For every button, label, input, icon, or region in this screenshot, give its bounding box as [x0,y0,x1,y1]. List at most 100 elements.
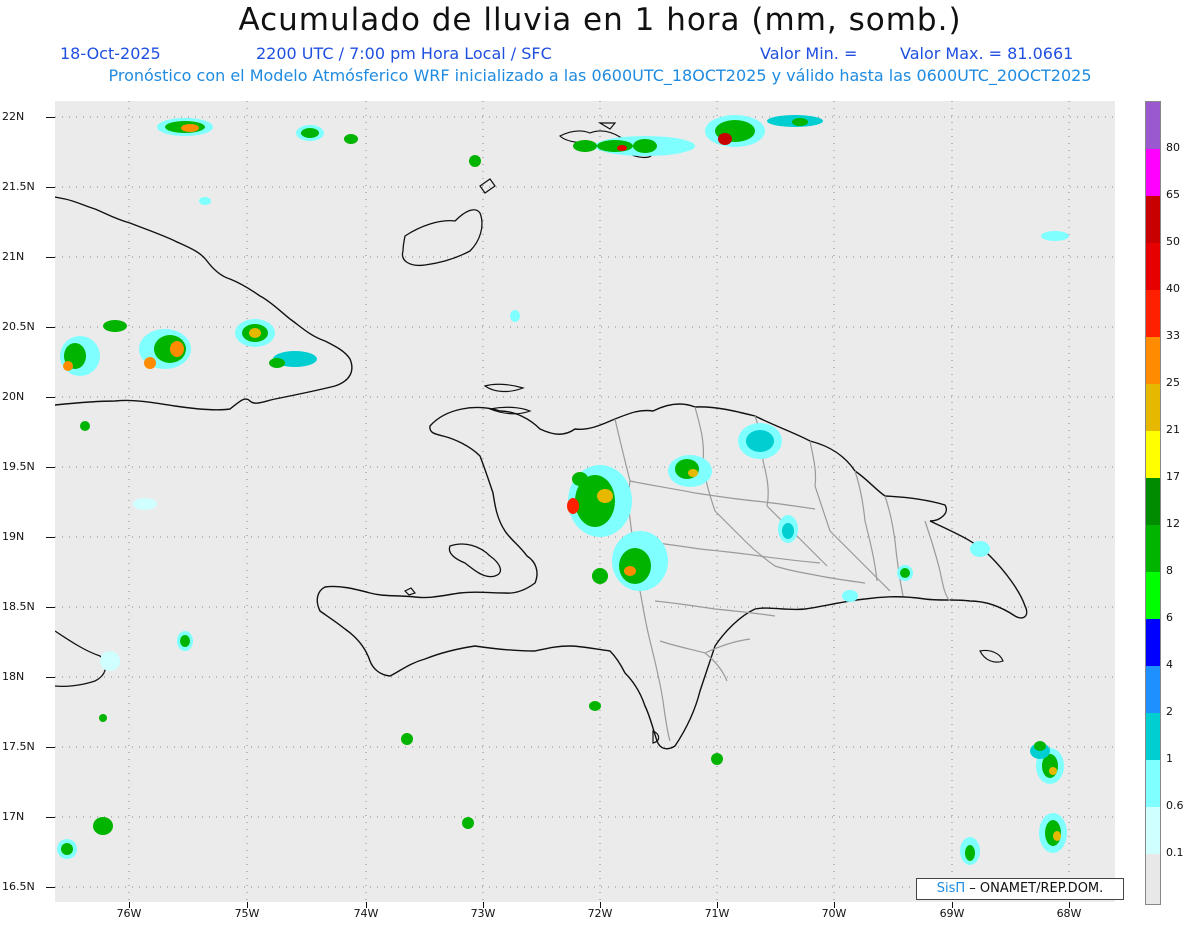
lon-label: 75W [234,907,260,920]
rain-cell [296,125,324,141]
lon-label: 74W [353,907,379,920]
islet [979,649,1004,663]
lon-label: 70W [821,907,847,920]
legend-band [1146,713,1160,760]
rain-cell [139,329,191,369]
lon-tick [834,902,835,908]
legend-band [1146,196,1160,243]
lon-tick [717,902,718,908]
legend-label: 8 [1166,564,1173,577]
lon-tick [483,902,484,908]
credit-box: SisΠ – ONAMET/REP.DOM. [916,878,1124,900]
map-title: Acumulado de lluvia en 1 hora (mm, somb.… [238,2,962,38]
forecast-date: 18-Oct-2025 [60,44,161,63]
islet [483,383,525,393]
lat-label: 20N [2,390,25,403]
value-min: Valor Min. = [760,44,858,63]
rain-cell [778,515,798,543]
legend-label: 0.6 [1166,799,1184,812]
legend-label: 6 [1166,611,1173,624]
legend-band [1146,337,1160,384]
map-area [55,101,1115,902]
model-info: Pronóstico con el Modelo Atmósferico WRF… [108,66,1092,85]
sisp-logo: SisΠ [936,881,966,896]
lat-tick [46,327,55,328]
lon-label: 73W [470,907,496,920]
hispaniola-coast [316,403,1028,750]
legend-band [1146,854,1160,904]
lon-tick [952,902,953,908]
rain-cell [573,136,695,156]
lat-label: 17.5N [2,740,35,753]
rain-cell [592,531,668,591]
legend-band [1146,149,1160,196]
rain-cell [177,631,193,651]
legend-band [1146,525,1160,572]
legend-band [1146,619,1160,666]
legend-label: 2 [1166,705,1173,718]
lat-tick [46,467,55,468]
lat-tick [46,747,55,748]
lat-label: 21N [2,250,25,263]
inagua-island [401,209,483,267]
rain-cell [738,423,782,459]
lat-tick [46,187,55,188]
rain-cell [897,565,913,581]
rain-cell [57,817,113,859]
gonave-island [448,543,502,578]
lat-label: 17N [2,810,25,823]
rain-cell [60,320,127,376]
value-max: Valor Max. = 81.0661 [900,44,1074,63]
rain-cell [157,118,213,136]
legend-band [1146,572,1160,619]
legend-label: 33 [1166,329,1180,342]
legend-colorbar [1145,101,1161,905]
lat-tick [46,537,55,538]
legend-band [1146,760,1160,807]
lon-label: 71W [704,907,730,920]
legend-label: 40 [1166,282,1180,295]
jamaica-coast [55,630,107,687]
lat-tick [46,117,55,118]
islet [479,178,496,194]
legend-label: 80 [1166,141,1180,154]
rain-cell [705,115,823,147]
lat-label: 22N [2,110,25,123]
legend-label: 65 [1166,188,1180,201]
lon-tick [1069,902,1070,908]
legend-band [1146,102,1160,149]
rain-cell [1030,743,1064,784]
lon-label: 68W [1056,907,1082,920]
legend-label: 17 [1166,470,1180,483]
legend-label: 50 [1166,235,1180,248]
lat-label: 19N [2,530,25,543]
lat-tick [46,607,55,608]
rain-cell [80,134,1046,829]
lat-tick [46,677,55,678]
lon-tick [129,902,130,908]
lon-label: 72W [587,907,613,920]
lat-label: 16.5N [2,880,35,893]
islet [403,587,417,596]
legend-band [1146,666,1160,713]
lon-tick [247,902,248,908]
lat-label: 21.5N [2,180,35,193]
lon-label: 76W [116,907,142,920]
lat-label: 19.5N [2,460,35,473]
legend-band [1146,243,1160,290]
legend-label: 21 [1166,423,1180,436]
legend-band [1146,478,1160,525]
lat-label: 18.5N [2,600,35,613]
lat-label: 18N [2,670,25,683]
rain-cell [567,465,632,537]
credit-org: – ONAMET/REP.DOM. [965,881,1104,896]
rain-cells [57,115,1069,865]
rain-cell [100,197,1069,671]
lon-label: 69W [939,907,965,920]
rain-cell [668,455,712,487]
lon-tick [366,902,367,908]
legend-band [1146,431,1160,478]
lat-tick [46,817,55,818]
map-svg [55,101,1115,902]
cuba-coast [55,196,353,411]
